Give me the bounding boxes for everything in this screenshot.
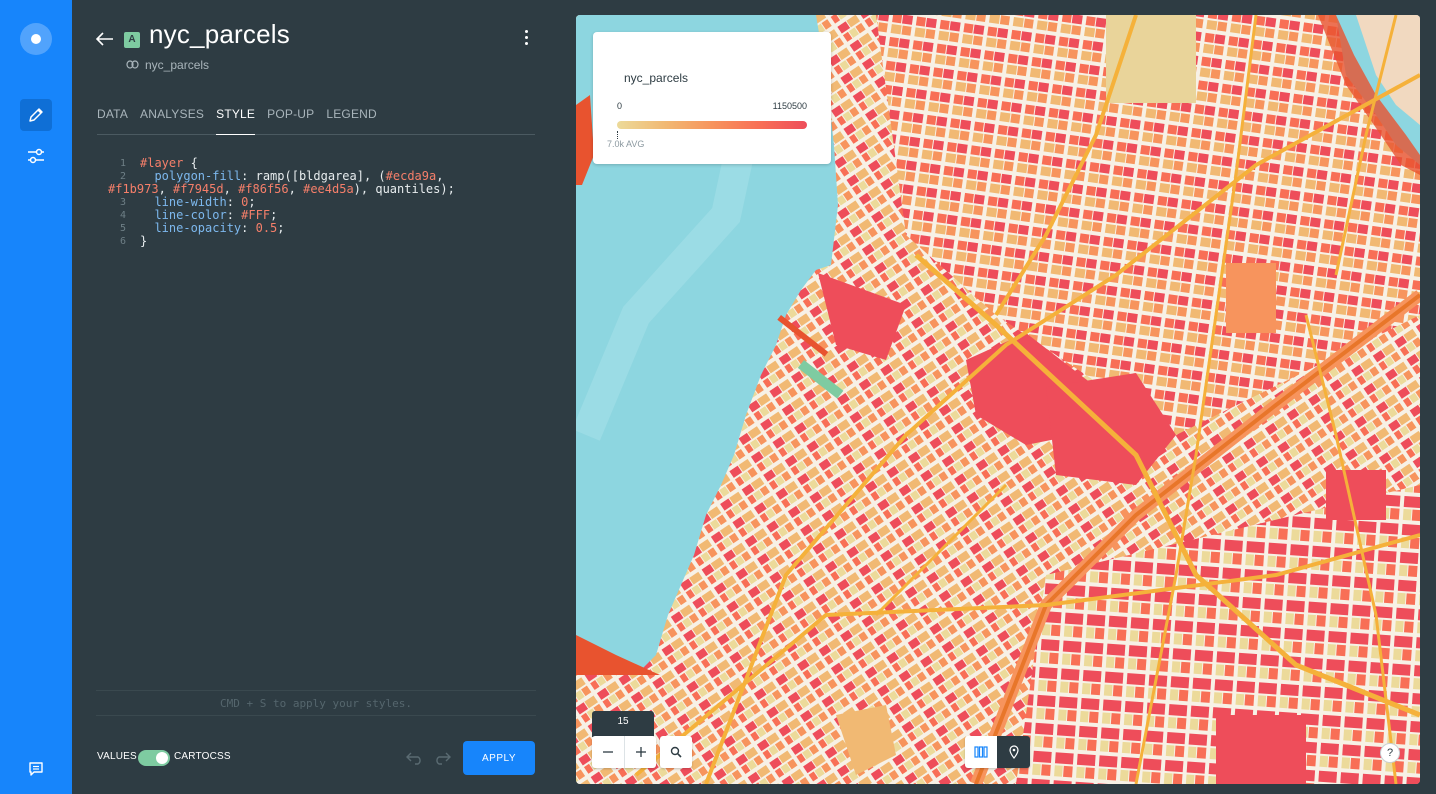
code-line: 6 }	[108, 235, 538, 248]
line-number: 6	[119, 236, 126, 247]
carto-logo[interactable]	[20, 23, 52, 55]
tab-style[interactable]: STYLE	[216, 106, 256, 135]
source-name[interactable]: nyc_parcels	[145, 58, 209, 72]
layer-letter-badge: A	[124, 32, 140, 48]
left-rail	[0, 0, 72, 794]
minus-icon[interactable]	[592, 736, 624, 768]
code-text: ,	[288, 182, 304, 196]
code-line: 5 line-opacity: 0.5;	[108, 222, 538, 235]
kebab-menu-icon[interactable]	[518, 26, 534, 48]
code-text: ;	[277, 221, 285, 235]
legend-title: nyc_parcels	[624, 71, 689, 85]
arrow-left-icon[interactable]	[94, 28, 116, 50]
help-icon[interactable]: ?	[1380, 743, 1400, 763]
line-number: 5	[119, 223, 126, 234]
code-text: ), quantiles);	[353, 182, 455, 196]
pin-icon[interactable]	[997, 736, 1030, 768]
panel-tabs: DATA ANALYSES STYLE POP-UP LEGEND	[97, 106, 535, 135]
code-value: 0.5	[255, 221, 278, 235]
search-icon[interactable]	[660, 736, 692, 768]
apply-shortcut-hint: CMD + S to apply your styles.	[96, 690, 536, 716]
legend-max: 1150500	[772, 101, 807, 111]
legend-avg-marker	[617, 131, 618, 139]
code-property: line-opacity	[154, 221, 242, 235]
link-icon	[126, 58, 139, 72]
line-number: 3	[119, 197, 126, 208]
zoom-level-indicator: 15	[592, 711, 654, 737]
layer-title[interactable]: nyc_parcels	[149, 19, 290, 50]
chat-icon[interactable]	[26, 759, 46, 779]
code-text: :	[241, 221, 256, 235]
tab-analyses[interactable]: ANALYSES	[140, 106, 204, 135]
map-canvas[interactable]: nyc_parcels 0 1150500 7.0k AVG 15 ?	[576, 15, 1420, 784]
zoom-controls	[592, 736, 656, 768]
tab-pop-up[interactable]: POP-UP	[267, 106, 314, 135]
values-toggle-label[interactable]: VALUES	[97, 751, 137, 762]
line-number: 4	[119, 210, 126, 221]
tab-data[interactable]: DATA	[97, 106, 128, 135]
values-cartocss-toggle[interactable]	[138, 750, 170, 766]
map-mode-buttons	[965, 736, 1030, 768]
plus-icon[interactable]	[624, 736, 656, 768]
apply-button[interactable]: APPLY	[463, 741, 535, 775]
code-brace: }	[140, 234, 148, 248]
layer-source: nyc_parcels	[126, 58, 209, 72]
basemap-icon[interactable]	[965, 736, 997, 768]
editor-footer: VALUES CARTOCSS APPLY	[97, 741, 535, 775]
legend-min: 0	[617, 101, 623, 111]
redo-icon[interactable]	[433, 749, 451, 767]
sliders-icon[interactable]	[24, 144, 48, 168]
map-legend: nyc_parcels 0 1150500 7.0k AVG	[593, 32, 831, 164]
cartocss-code-editor[interactable]: 1 #layer { 2 polygon-fill: ramp([bldgare…	[108, 157, 538, 248]
edit-pencil-icon[interactable]	[20, 99, 52, 131]
tab-legend[interactable]: LEGEND	[326, 106, 377, 135]
style-editor-panel: A nyc_parcels nyc_parcels DATA ANALYSES …	[72, 0, 562, 794]
code-color-value: #ee4d5a	[303, 182, 354, 196]
undo-icon[interactable]	[406, 749, 424, 767]
legend-color-ramp	[617, 121, 807, 129]
cartocss-toggle-label[interactable]: CARTOCSS	[174, 751, 231, 762]
legend-avg: 7.0k AVG	[607, 139, 645, 149]
map-area: nyc_parcels 0 1150500 7.0k AVG 15 ?	[562, 0, 1436, 794]
app-window: A nyc_parcels nyc_parcels DATA ANALYSES …	[0, 0, 1436, 794]
line-number: 1	[119, 158, 126, 169]
